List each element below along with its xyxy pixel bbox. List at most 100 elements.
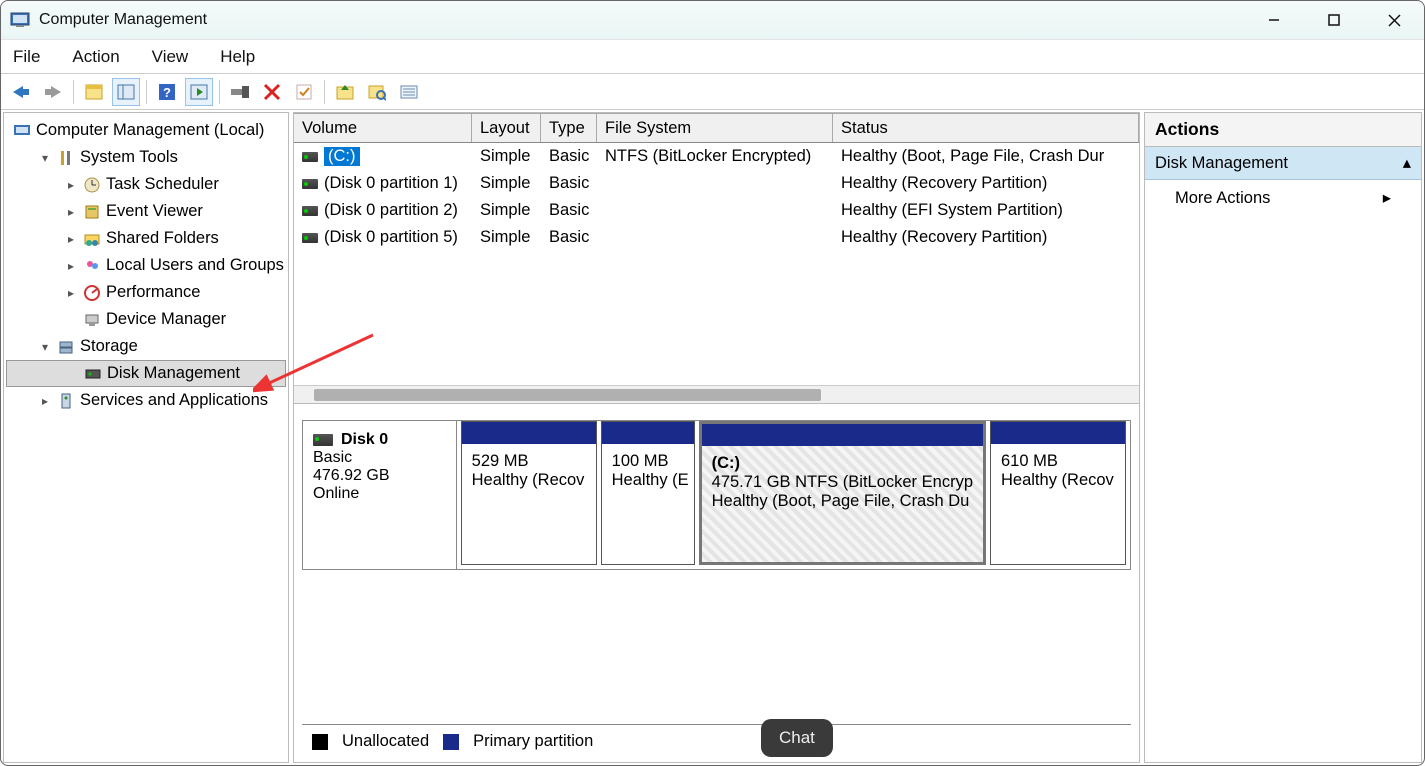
disk-row[interactable]: Disk 0 Basic 476.92 GB Online 529 MB Hea… [302, 420, 1131, 570]
tree-shared-folders[interactable]: ▸ Shared Folders [6, 225, 286, 252]
more-actions[interactable]: More Actions ▸ [1145, 180, 1421, 216]
minimize-button[interactable] [1244, 1, 1304, 39]
more-actions-label: More Actions [1175, 189, 1270, 208]
volume-icon [302, 179, 318, 189]
tree-event-viewer[interactable]: ▸ Event Viewer [6, 198, 286, 225]
menu-action[interactable]: Action [68, 45, 123, 69]
collapse-icon: ▴ [1403, 153, 1411, 173]
connect-button[interactable] [226, 78, 254, 106]
actions-pane: Actions Disk Management ▴ More Actions ▸ [1144, 112, 1422, 763]
list-button[interactable] [395, 78, 423, 106]
volume-list-scrollbar[interactable] [294, 385, 1139, 403]
volume-row[interactable]: (Disk 0 partition 2) Simple Basic Health… [294, 197, 1139, 224]
volume-icon [302, 152, 318, 162]
tree-local-users[interactable]: ▸ Local Users and Groups [6, 252, 286, 279]
expand-icon[interactable]: ▸ [64, 259, 78, 273]
volume-row[interactable]: (C:) Simple Basic NTFS (BitLocker Encryp… [294, 143, 1139, 170]
expand-icon[interactable]: ▸ [64, 205, 78, 219]
actions-group[interactable]: Disk Management ▴ [1145, 147, 1421, 180]
menubar: File Action View Help [1, 40, 1424, 74]
storage-icon [56, 337, 76, 357]
legend: Unallocated Primary partition [302, 724, 1131, 758]
tree-label: Shared Folders [106, 229, 219, 248]
svg-text:?: ? [163, 85, 171, 100]
volume-name: (C:) [324, 147, 360, 166]
col-layout[interactable]: Layout [472, 113, 541, 142]
tree-storage[interactable]: ▾ Storage [6, 333, 286, 360]
part-size: 100 MB [612, 452, 684, 471]
legend-unallocated: Unallocated [342, 732, 429, 751]
volume-name: (Disk 0 partition 2) [324, 201, 458, 220]
tree-device-manager[interactable]: Device Manager [6, 306, 286, 333]
nav-back-button[interactable] [7, 78, 35, 106]
col-volume[interactable]: Volume [294, 113, 472, 142]
tree-label: System Tools [80, 148, 178, 167]
tree-performance[interactable]: ▸ Performance [6, 279, 286, 306]
volume-row[interactable]: (Disk 0 partition 1) Simple Basic Health… [294, 170, 1139, 197]
event-icon [82, 202, 102, 222]
clock-icon [82, 175, 102, 195]
tree-disk-management[interactable]: Disk Management [6, 360, 286, 387]
volume-row[interactable]: (Disk 0 partition 5) Simple Basic Health… [294, 224, 1139, 251]
tree-label: Services and Applications [80, 391, 268, 410]
col-status[interactable]: Status [833, 113, 1139, 142]
col-filesystem[interactable]: File System [597, 113, 833, 142]
partition-selected[interactable]: (C:) 475.71 GB NTFS (BitLocker Encryp He… [699, 421, 986, 565]
expand-icon[interactable]: ▸ [38, 394, 52, 408]
help-button[interactable]: ? [153, 78, 181, 106]
chat-button[interactable]: Chat [761, 719, 833, 757]
menu-view[interactable]: View [148, 45, 193, 69]
expand-icon[interactable]: ▸ [64, 286, 78, 300]
up-button[interactable] [331, 78, 359, 106]
check-button[interactable] [290, 78, 318, 106]
volume-list-header: Volume Layout Type File System Status [294, 113, 1139, 143]
tree-system-tools[interactable]: ▾ System Tools [6, 144, 286, 171]
tree-task-scheduler[interactable]: ▸ Task Scheduler [6, 171, 286, 198]
disk-info[interactable]: Disk 0 Basic 476.92 GB Online [303, 421, 457, 569]
expand-icon[interactable]: ▸ [64, 232, 78, 246]
volume-icon [302, 206, 318, 216]
content-pane: Volume Layout Type File System Status (C… [293, 112, 1140, 763]
volume-type: Basic [541, 147, 597, 166]
legend-primary: Primary partition [473, 732, 593, 751]
search-button[interactable] [363, 78, 391, 106]
volume-list[interactable]: Volume Layout Type File System Status (C… [294, 113, 1139, 404]
unallocated-swatch [312, 734, 328, 750]
properties-button[interactable] [112, 78, 140, 106]
computer-icon [12, 121, 32, 141]
volume-name: (Disk 0 partition 5) [324, 228, 458, 247]
volume-layout: Simple [472, 147, 541, 166]
partition[interactable]: 100 MB Healthy (E [601, 421, 695, 565]
maximize-button[interactable] [1304, 1, 1364, 39]
collapse-icon[interactable]: ▾ [38, 151, 52, 165]
navigation-tree[interactable]: Computer Management (Local) ▾ System Too… [3, 112, 289, 763]
disk-name: Disk 0 [341, 431, 388, 449]
services-icon [56, 391, 76, 411]
disk-type: Basic [313, 449, 446, 467]
shared-icon [82, 229, 102, 249]
tree-label: Local Users and Groups [106, 256, 284, 275]
partition[interactable]: 610 MB Healthy (Recov [990, 421, 1126, 565]
expand-icon[interactable]: ▸ [64, 178, 78, 192]
col-type[interactable]: Type [541, 113, 597, 142]
device-icon [82, 310, 102, 330]
volume-icon [302, 233, 318, 243]
delete-button[interactable] [258, 78, 286, 106]
perf-icon [82, 283, 102, 303]
menu-file[interactable]: File [9, 45, 44, 69]
close-button[interactable] [1364, 1, 1424, 39]
show-hide-tree-button[interactable] [80, 78, 108, 106]
tree-label: Event Viewer [106, 202, 203, 221]
tree-root[interactable]: Computer Management (Local) [6, 117, 286, 144]
collapse-icon[interactable]: ▾ [38, 340, 52, 354]
part-status: Healthy (Boot, Page File, Crash Du [712, 492, 973, 511]
nav-forward-button[interactable] [39, 78, 67, 106]
part-size: 610 MB [1001, 452, 1115, 471]
menu-help[interactable]: Help [216, 45, 259, 69]
refresh-button[interactable] [185, 78, 213, 106]
disk-map: Disk 0 Basic 476.92 GB Online 529 MB Hea… [294, 404, 1139, 762]
users-icon [82, 256, 102, 276]
partition[interactable]: 529 MB Healthy (Recov [461, 421, 597, 565]
tree-services[interactable]: ▸ Services and Applications [6, 387, 286, 414]
tree-label: Disk Management [107, 364, 240, 383]
